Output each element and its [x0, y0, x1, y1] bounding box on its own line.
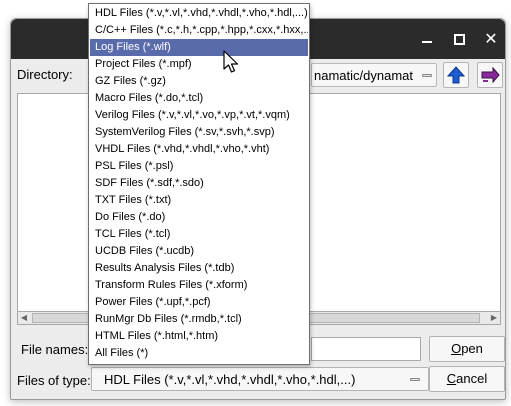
open-button[interactable]: Open: [429, 336, 505, 362]
file-type-dropdown-list[interactable]: HDL Files (*.v,*.vl,*.vhd,*.vhdl,*.vho,*…: [88, 3, 310, 365]
file-type-option[interactable]: Macro Files (*.do,*.tcl): [90, 90, 308, 107]
directory-combobox[interactable]: namatic/dynamat: [311, 63, 437, 87]
mouse-cursor-icon: [223, 50, 239, 73]
minimize-icon[interactable]: [415, 27, 439, 51]
file-type-option[interactable]: Results Analysis Files (*.tdb): [90, 260, 308, 277]
file-type-option[interactable]: All Files (*): [90, 345, 308, 362]
files-of-type-value: HDL Files (*.v,*.vl,*.vhd,*.vhdl,*.vho,*…: [104, 372, 356, 387]
up-arrow-icon: [446, 66, 466, 84]
file-type-option[interactable]: Do Files (*.do): [90, 209, 308, 226]
scroll-left-icon[interactable]: ◀: [18, 313, 30, 323]
file-type-option[interactable]: C/C++ Files (*.c,*.h,*.cpp,*.hpp,*.cxx,*…: [90, 22, 308, 39]
file-names-label: File names:: [21, 342, 89, 357]
file-type-option[interactable]: SystemVerilog Files (*.sv,*.svh,*.svp): [90, 124, 308, 141]
file-type-option[interactable]: Power Files (*.upf,*.pcf): [90, 294, 308, 311]
file-type-option[interactable]: TXT Files (*.txt): [90, 192, 308, 209]
dropdown-arrow-icon: [410, 378, 420, 381]
file-type-option[interactable]: TCL Files (*.tcl): [90, 226, 308, 243]
directory-value: namatic/dynamat: [314, 68, 413, 83]
close-icon[interactable]: ✕: [479, 27, 503, 51]
file-type-option[interactable]: GZ Files (*.gz): [90, 73, 308, 90]
cancel-button[interactable]: Cancel: [429, 366, 505, 392]
file-names-input[interactable]: [311, 337, 421, 361]
file-type-option[interactable]: HDL Files (*.v,*.vl,*.vhd,*.vhdl,*.vho,*…: [90, 5, 308, 22]
scroll-right-icon[interactable]: ▶: [488, 313, 500, 323]
file-type-option[interactable]: HTML Files (*.html,*.htm): [90, 328, 308, 345]
file-type-option[interactable]: Project Files (*.mpf): [90, 56, 308, 73]
files-of-type-label: Files of type:: [17, 373, 91, 388]
file-type-option[interactable]: Verilog Files (*.v,*.vl,*.vo,*.vp,*.vt,*…: [90, 107, 308, 124]
file-type-option[interactable]: Log Files (*.wlf): [90, 39, 308, 56]
file-type-option[interactable]: VHDL Files (*.vhd,*.vhdl,*.vho,*.vht): [90, 141, 308, 158]
dropdown-arrow-icon: [422, 74, 432, 77]
file-type-option[interactable]: RunMgr Db Files (*.rmdb,*.tcl): [90, 311, 308, 328]
maximize-icon[interactable]: [447, 27, 471, 51]
directory-label: Directory:: [17, 67, 73, 82]
file-type-option[interactable]: UCDB Files (*.ucdb): [90, 243, 308, 260]
next-folder-icon: [481, 66, 500, 84]
file-type-option[interactable]: SDF Files (*.sdf,*.sdo): [90, 175, 308, 192]
forward-button[interactable]: [477, 62, 503, 88]
files-of-type-combobox[interactable]: HDL Files (*.v,*.vl,*.vhd,*.vhdl,*.vho,*…: [91, 367, 429, 391]
file-type-option[interactable]: PSL Files (*.psl): [90, 158, 308, 175]
file-type-option[interactable]: Transform Rules Files (*.xform): [90, 277, 308, 294]
up-folder-button[interactable]: [443, 62, 469, 88]
